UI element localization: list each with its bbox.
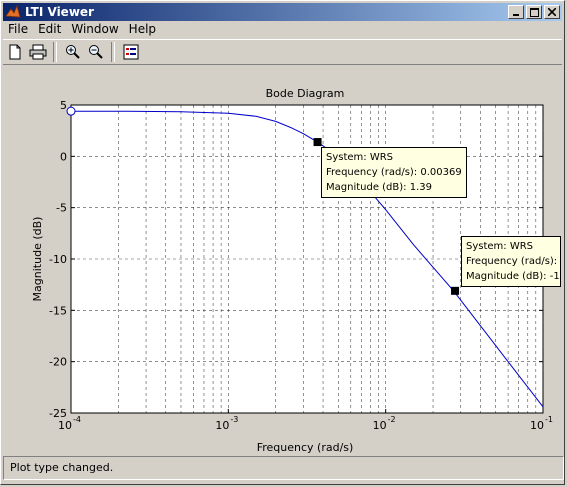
toolbar [3, 39, 562, 65]
x-tick-exponent: -2 [388, 415, 396, 424]
y-tick-label: -10 [49, 253, 67, 266]
menu-file[interactable]: File [3, 21, 33, 38]
zoom-out-button[interactable] [84, 41, 107, 63]
zoom-out-icon [88, 45, 103, 59]
zoom-in-icon [65, 45, 80, 59]
x-tick-label: 10 [530, 419, 544, 432]
new-button[interactable] [3, 41, 26, 63]
menu-window[interactable]: Window [66, 21, 123, 38]
y-tick-label: -5 [56, 202, 67, 215]
y-axis-label: Magnitude (dB) [31, 217, 44, 302]
x-tick-label: 10 [58, 419, 72, 432]
datatip-marker-1 [313, 138, 322, 147]
print-button[interactable] [26, 41, 49, 63]
y-tick-label: -20 [49, 356, 67, 369]
x-tick-exponent: -4 [73, 415, 81, 424]
toolbar-separator [111, 42, 115, 62]
datatip-frequency: Frequency (rad/s): 0.00369 [326, 167, 462, 178]
datatip-system: System: WRS [326, 152, 394, 163]
menu-bar: File Edit Window Help [3, 21, 562, 38]
close-icon [548, 8, 556, 16]
toolbar-separator [53, 42, 57, 62]
zoom-in-button[interactable] [61, 41, 84, 63]
datatip-magnitude: Magnitude (dB): -13. [466, 271, 561, 282]
maximize-icon [529, 7, 539, 17]
plot-configuration-icon [123, 44, 138, 60]
x-tick-label: 10 [215, 419, 229, 432]
status-bar: Plot type changed. [3, 456, 564, 480]
title-bar[interactable]: LTI Viewer [3, 3, 562, 21]
print-icon [29, 44, 46, 60]
datatip-marker-2 [451, 286, 460, 295]
y-tick-label: 0 [60, 150, 67, 163]
lti-viewer-window: LTI Viewer File Edit Window Help 5 0 -5 … [0, 0, 565, 485]
menu-edit[interactable]: Edit [33, 21, 66, 38]
new-document-icon [9, 44, 20, 60]
datatip-system: System: WRS [466, 241, 534, 252]
y-tick-label: 5 [60, 99, 67, 112]
y-tick-label: -15 [49, 304, 67, 317]
x-tick-exponent: -1 [545, 415, 553, 424]
x-tick-label: 10 [373, 419, 387, 432]
window-title: LTI Viewer [25, 5, 94, 19]
plot-configuration-button[interactable] [119, 41, 142, 63]
datatip-frequency: Frequency (rad/s): 0 [466, 256, 561, 267]
menu-help[interactable]: Help [124, 21, 161, 38]
datatip-2[interactable]: System: WRS Frequency (rad/s): 0 Magnitu… [461, 236, 561, 287]
bode-plot-panel: 5 0 -5 -10 -15 -20 -25 10 -4 10 -3 10 -2 10 -1 Bode Di… [3, 67, 564, 453]
maximize-button[interactable] [526, 5, 542, 19]
x-tick-exponent: -3 [230, 415, 238, 424]
series-start-point [66, 106, 76, 116]
matlab-logo-icon [5, 4, 21, 20]
close-button[interactable] [544, 5, 560, 19]
minimize-button[interactable] [508, 5, 524, 19]
datatip-1[interactable]: System: WRS Frequency (rad/s): 0.00369 M… [321, 147, 467, 198]
minimize-icon [513, 14, 519, 16]
datatip-magnitude: Magnitude (dB): 1.39 [326, 182, 432, 193]
chart-title: Bode Diagram [266, 87, 345, 100]
x-axis-label: Frequency (rad/s) [257, 441, 354, 453]
